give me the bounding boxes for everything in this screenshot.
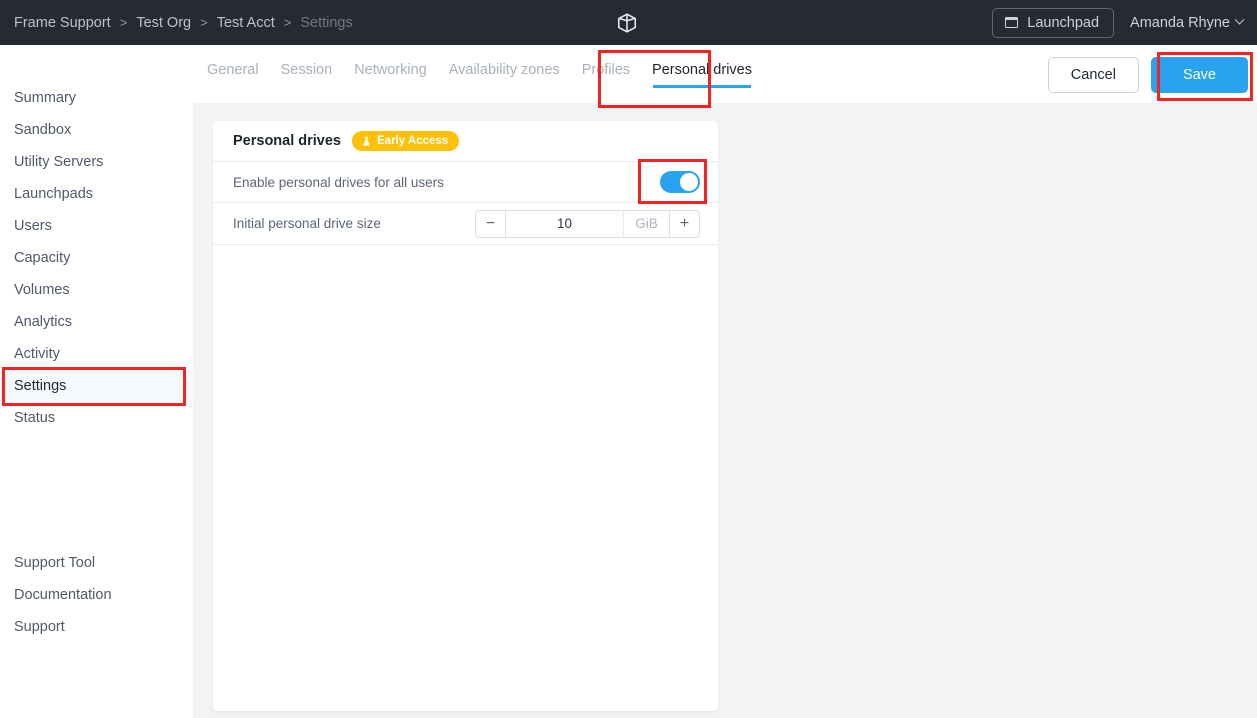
tab-general[interactable]: General [207, 62, 259, 94]
sidebar-item-label: Utility Servers [14, 154, 104, 170]
enable-personal-drives-label: Enable personal drives for all users [233, 174, 444, 190]
sidebar-item-label: Status [14, 410, 56, 426]
action-buttons: Cancel Save [1047, 57, 1248, 93]
user-menu[interactable]: Amanda Rhyne [1130, 15, 1245, 31]
cube-logo-icon [616, 12, 638, 34]
sidebar-item-capacity[interactable]: Capacity [0, 242, 193, 274]
sidebar-item-label: Activity [14, 346, 60, 362]
sidebar-item-label: Users [14, 218, 52, 234]
breadcrumb-item-0[interactable]: Frame Support [14, 15, 111, 31]
sidebar-item-label: Support [14, 619, 65, 635]
initial-drive-size-stepper: − 10 GiB + [475, 209, 700, 238]
personal-drives-card: Personal drives Early Access Enable pers… [213, 121, 718, 711]
sub-header: General Session Networking Availability … [193, 45, 1257, 103]
sidebar: Summary Sandbox Utility Servers Launchpa… [0, 45, 196, 718]
main-content: Personal drives Early Access Enable pers… [193, 103, 1257, 718]
breadcrumb-item-3: Settings [300, 14, 353, 31]
early-access-badge: Early Access [352, 131, 460, 151]
sidebar-item-label: Summary [14, 90, 77, 106]
window-icon [1005, 17, 1019, 28]
sidebar-primary-nav: Summary Sandbox Utility Servers Launchpa… [0, 82, 196, 434]
cancel-button[interactable]: Cancel [1047, 57, 1139, 93]
breadcrumb-separator: > [119, 15, 128, 30]
tab-label: Networking [354, 62, 427, 78]
initial-drive-size-unit: GiB [623, 210, 669, 237]
sidebar-item-label: Analytics [14, 314, 73, 330]
tab-profiles[interactable]: Profiles [582, 62, 630, 94]
tab-networking[interactable]: Networking [354, 62, 427, 94]
sidebar-item-launchpads[interactable]: Launchpads [0, 178, 193, 210]
sidebar-item-summary[interactable]: Summary [0, 82, 193, 114]
tab-label: General [207, 62, 259, 78]
sidebar-item-label: Settings [14, 378, 67, 394]
sidebar-secondary-nav: Support Tool Documentation Support [0, 547, 193, 643]
card-title: Personal drives [233, 133, 341, 149]
card-header: Personal drives Early Access [213, 121, 718, 162]
initial-drive-size-label: Initial personal drive size [233, 216, 381, 231]
enable-personal-drives-row: Enable personal drives for all users [213, 162, 718, 203]
toggle-knob [680, 173, 698, 191]
sidebar-item-support-tool[interactable]: Support Tool [0, 547, 193, 579]
sidebar-item-support[interactable]: Support [0, 611, 193, 643]
sidebar-item-label: Documentation [14, 587, 112, 603]
enable-personal-drives-toggle[interactable] [660, 171, 700, 193]
sidebar-item-utility-servers[interactable]: Utility Servers [0, 146, 193, 178]
breadcrumb-separator: > [200, 15, 208, 30]
chevron-down-icon [1234, 14, 1245, 25]
breadcrumb-item-1[interactable]: Test Org [136, 15, 191, 31]
increment-button[interactable]: + [669, 210, 699, 237]
initial-drive-size-value[interactable]: 10 [506, 211, 623, 237]
sidebar-item-volumes[interactable]: Volumes [0, 274, 193, 306]
breadcrumb-item-2[interactable]: Test Acct [217, 15, 275, 31]
sidebar-item-status[interactable]: Status [0, 402, 193, 434]
sidebar-item-label: Launchpads [14, 186, 94, 202]
breadcrumb: Frame Support > Test Org > Test Acct > S… [14, 15, 353, 31]
sidebar-item-label: Capacity [14, 250, 71, 266]
early-access-badge-label: Early Access [377, 135, 449, 147]
sidebar-item-documentation[interactable]: Documentation [0, 579, 193, 611]
tab-label: Profiles [581, 62, 631, 78]
decrement-button[interactable]: − [476, 210, 506, 237]
app-root: Frame Support > Test Org > Test Acct > S… [0, 0, 1257, 718]
launchpad-button-label: Launchpad [1027, 14, 1100, 31]
topbar-right: Launchpad Amanda Rhyne [992, 0, 1245, 45]
initial-drive-size-row: Initial personal drive size − 10 GiB + [213, 203, 718, 245]
sidebar-item-label: Volumes [14, 282, 70, 298]
tab-session[interactable]: Session [281, 62, 333, 94]
save-button[interactable]: Save [1150, 57, 1248, 93]
sidebar-item-sandbox[interactable]: Sandbox [0, 114, 193, 146]
tab-label: Personal drives [652, 62, 752, 78]
top-bar: Frame Support > Test Org > Test Acct > S… [0, 0, 1257, 45]
tab-personal-drives[interactable]: Personal drives [652, 62, 752, 94]
tab-label: Session [280, 62, 333, 78]
sidebar-item-label: Support Tool [14, 555, 96, 571]
sidebar-item-label: Sandbox [14, 122, 72, 138]
sidebar-item-settings[interactable]: Settings [0, 368, 196, 404]
tab-bar: General Session Networking Availability … [207, 62, 752, 94]
sidebar-item-activity[interactable]: Activity [0, 338, 193, 370]
sidebar-item-users[interactable]: Users [0, 210, 193, 242]
breadcrumb-separator: > [283, 15, 292, 30]
tab-label: Availability zones [448, 62, 560, 78]
flask-icon [361, 136, 372, 147]
launchpad-button[interactable]: Launchpad [992, 7, 1115, 38]
sidebar-item-analytics[interactable]: Analytics [0, 306, 193, 338]
tab-availability-zones[interactable]: Availability zones [449, 62, 560, 94]
user-name-label: Amanda Rhyne [1130, 14, 1230, 31]
